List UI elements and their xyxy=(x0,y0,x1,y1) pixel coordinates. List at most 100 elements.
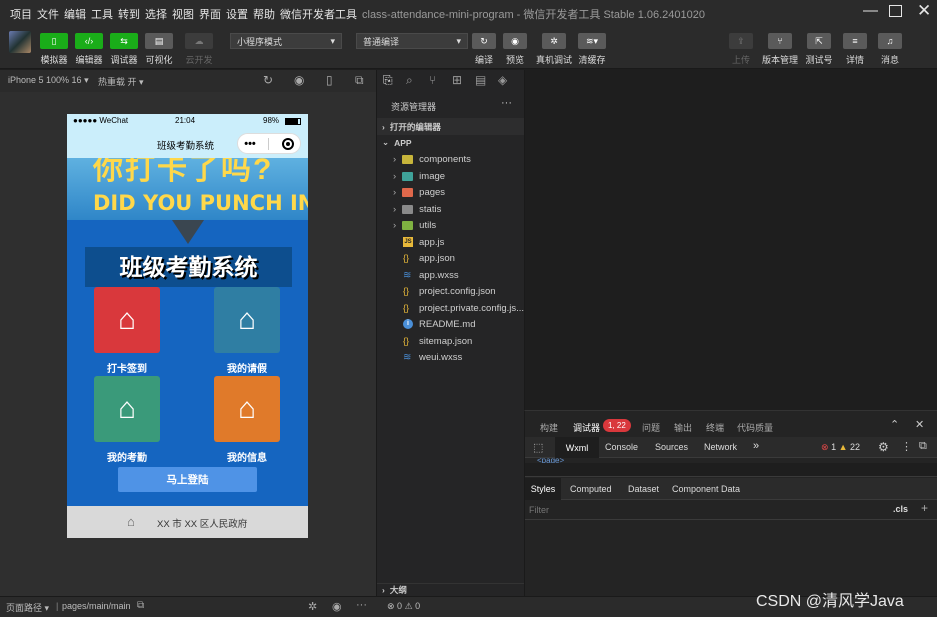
tile-info[interactable]: ⌂ xyxy=(214,376,280,442)
menu-project[interactable]: 项目 xyxy=(10,6,32,22)
open-editors-section[interactable]: › 打开的编辑器 xyxy=(377,118,525,135)
login-button[interactable]: 马上登陆 xyxy=(118,467,257,492)
tile-attendance[interactable]: ⌂ xyxy=(94,376,160,442)
messages-label: 消息 xyxy=(880,55,899,65)
menu-settings[interactable]: 设置 xyxy=(226,6,248,22)
bug-icon[interactable]: ✲ xyxy=(308,600,317,613)
more-icon[interactable]: ••• xyxy=(244,138,256,150)
mode-select[interactable]: 小程序模式 ▾ xyxy=(230,33,342,49)
tab-styles[interactable]: Styles xyxy=(525,478,561,500)
test-account-button[interactable]: ⇱ xyxy=(807,33,831,49)
file-project-private-config[interactable]: {} project.private.config.js... xyxy=(377,300,524,316)
folder-utils[interactable]: › utils xyxy=(377,217,436,233)
maximize-icon[interactable] xyxy=(889,5,902,17)
upload-button[interactable]: ⇪ xyxy=(729,33,753,49)
visual-button[interactable]: ▤ xyxy=(145,33,173,49)
file-project-config[interactable]: {} project.config.json xyxy=(377,283,496,299)
version-button[interactable]: ⑂ xyxy=(768,33,792,49)
tab-sources[interactable]: Sources xyxy=(655,442,688,452)
code-icon: ‹/› xyxy=(84,36,94,46)
page-path-select[interactable]: 页面路径 ▾ xyxy=(6,601,49,614)
filter-input[interactable] xyxy=(529,502,879,518)
tab-computed[interactable]: Computed xyxy=(570,484,612,494)
file-sitemap[interactable]: {} sitemap.json xyxy=(377,333,472,349)
phone-icon[interactable]: ▯ xyxy=(326,73,333,87)
tab-code-quality[interactable]: 代码质量 xyxy=(737,421,773,434)
menu-goto[interactable]: 转到 xyxy=(118,6,140,22)
close-panel-icon[interactable]: ✕ xyxy=(915,418,924,431)
more-icon[interactable]: ··· xyxy=(356,599,367,611)
app-root[interactable]: ⌄ APP xyxy=(377,135,525,150)
tab-console[interactable]: Console xyxy=(605,442,638,452)
file-weui-wxss[interactable]: ≋ weui.wxss xyxy=(377,349,462,365)
debugger-button[interactable]: ⇆ xyxy=(110,33,138,49)
chevron-up-icon[interactable]: ⌃ xyxy=(890,418,899,431)
tab-network[interactable]: Network xyxy=(704,442,737,452)
dock-icon[interactable]: ⧉ xyxy=(919,440,927,453)
file-readme[interactable]: i README.md xyxy=(377,316,475,332)
tile-checkin[interactable]: ⌂ xyxy=(94,287,160,353)
outline-section[interactable]: › 大纲 xyxy=(377,583,525,596)
kebab-menu-icon[interactable]: ⋮ xyxy=(901,440,912,453)
tile-leave[interactable]: ⌂ xyxy=(214,287,280,353)
tab-terminal[interactable]: 终端 xyxy=(706,421,724,434)
file-app-wxss[interactable]: ≋ app.wxss xyxy=(377,267,459,283)
menu-view[interactable]: 视图 xyxy=(172,6,194,22)
search-icon[interactable]: ⌕ xyxy=(406,73,413,88)
compile-select[interactable]: 普通编译 ▾ xyxy=(356,33,468,49)
menu-tools[interactable]: 工具 xyxy=(91,6,113,22)
folder-statis[interactable]: › statis xyxy=(377,201,441,217)
remote-debug-button[interactable]: ✲ xyxy=(542,33,566,49)
preview-button[interactable]: ◉ xyxy=(503,33,527,49)
menu-file[interactable]: 文件 xyxy=(37,6,59,22)
editor-button[interactable]: ‹/› xyxy=(75,33,103,49)
cloud-button[interactable]: ☁ xyxy=(185,33,213,49)
menu-interface[interactable]: 界面 xyxy=(199,6,221,22)
file-app-js[interactable]: JS app.js xyxy=(377,234,444,250)
hot-reload-select[interactable]: 热重载 开 ▾ xyxy=(98,75,144,88)
eye-icon[interactable]: ◉ xyxy=(332,600,342,613)
simulator-button[interactable]: ▯ xyxy=(40,33,68,49)
menu-edit[interactable]: 编辑 xyxy=(64,6,86,22)
tab-build[interactable]: 构建 xyxy=(540,421,558,434)
git-icon[interactable]: ⑂ xyxy=(429,73,436,87)
folder-image[interactable]: › image xyxy=(377,168,445,184)
tab-output[interactable]: 输出 xyxy=(674,421,692,434)
messages-button[interactable]: ♫ xyxy=(878,33,902,49)
details-button[interactable]: ≡ xyxy=(843,33,867,49)
folder-components[interactable]: › components xyxy=(377,151,471,167)
popout-icon[interactable]: ⧉ xyxy=(355,73,364,88)
tab-component-data[interactable]: Component Data xyxy=(672,484,740,494)
menu-wechat-devtools[interactable]: 微信开发者工具 xyxy=(280,6,357,22)
minimize-icon[interactable]: — xyxy=(863,2,878,19)
tab-problems[interactable]: 问题 xyxy=(642,421,660,434)
folder-pages[interactable]: › pages xyxy=(377,184,445,200)
settings-icon[interactable]: ⚙ xyxy=(878,440,889,454)
inspect-icon[interactable]: ⬚ xyxy=(533,441,543,454)
file-app-json[interactable]: {} app.json xyxy=(377,250,455,266)
menu-select[interactable]: 选择 xyxy=(145,6,167,22)
docker-icon[interactable]: ◈ xyxy=(498,73,507,87)
tab-debugger[interactable]: 调试器 xyxy=(573,421,600,434)
reload-icon[interactable]: ↻ xyxy=(263,73,273,87)
more-tabs-icon[interactable]: » xyxy=(753,440,759,452)
cls-toggle[interactable]: .cls xyxy=(893,504,908,514)
more-icon[interactable]: ··· xyxy=(501,97,512,109)
tab-wxml[interactable]: Wxml xyxy=(555,437,599,458)
error-count[interactable]: ⊗ 1 ▲ 22 xyxy=(821,442,860,453)
menu-help[interactable]: 帮助 xyxy=(253,6,275,22)
clear-cache-button[interactable]: ≋▾ xyxy=(578,33,606,49)
close-icon[interactable]: ✕ xyxy=(917,1,931,21)
storage-icon[interactable]: ▤ xyxy=(475,73,486,87)
stop-icon[interactable]: ◉ xyxy=(294,73,304,87)
close-mini-program-icon[interactable] xyxy=(281,137,294,150)
files-icon[interactable]: ⎘ xyxy=(383,73,393,88)
copy-icon[interactable]: ⧉ xyxy=(137,600,144,611)
tab-dataset[interactable]: Dataset xyxy=(628,484,659,494)
device-select[interactable]: iPhone 5 100% 16 ▾ xyxy=(8,75,89,86)
problems-indicator[interactable]: ⊗ 0 ⚠ 0 xyxy=(387,601,420,612)
extensions-icon[interactable]: ⊞ xyxy=(452,73,462,87)
compile-button[interactable]: ↻ xyxy=(472,33,496,49)
avatar[interactable] xyxy=(9,31,31,53)
add-rule-icon[interactable]: + xyxy=(921,501,928,515)
